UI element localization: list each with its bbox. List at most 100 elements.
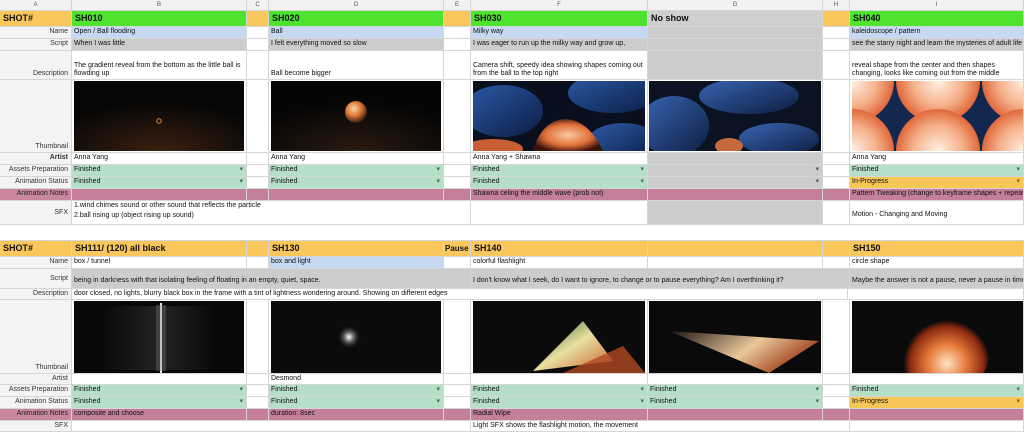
cell-empty[interactable] bbox=[247, 397, 269, 409]
thumbnail-cell-sh010[interactable] bbox=[72, 80, 247, 153]
cell-empty[interactable] bbox=[444, 51, 471, 80]
cell-empty[interactable] bbox=[823, 177, 850, 189]
column-header-i[interactable]: I bbox=[850, 0, 1024, 11]
cell-empty[interactable] bbox=[444, 300, 471, 374]
cell-empty[interactable] bbox=[471, 201, 648, 225]
shot-label[interactable]: SHOT# bbox=[0, 11, 72, 27]
cell-empty[interactable] bbox=[247, 39, 269, 51]
thumbnail-cell-sh030[interactable] bbox=[471, 80, 648, 153]
cell-empty[interactable] bbox=[823, 165, 850, 177]
notes-sh030[interactable]: Shawna celing the middle wave (prob not) bbox=[471, 189, 648, 201]
cell-empty[interactable] bbox=[823, 374, 850, 385]
script-sh140[interactable]: I don't know what I seek, do I want to i… bbox=[471, 269, 850, 289]
shot-label-2[interactable]: SHOT# bbox=[0, 241, 72, 257]
cell-empty[interactable] bbox=[444, 80, 471, 153]
status-dropdown-sh030[interactable]: Finished bbox=[471, 177, 648, 189]
cell-empty[interactable] bbox=[648, 153, 823, 165]
cell-empty[interactable] bbox=[444, 165, 471, 177]
status-dropdown-sh040[interactable]: In-Progress bbox=[850, 177, 1024, 189]
sfx-sh010[interactable]: 1.wind chimes sound or other sound that … bbox=[72, 201, 471, 225]
status-dropdown-sh150[interactable]: In-Progress bbox=[850, 397, 1024, 409]
shot-sh040[interactable]: SH040 bbox=[850, 11, 1024, 27]
cell-empty[interactable] bbox=[648, 39, 823, 51]
artist-sh130[interactable]: Desmond bbox=[269, 374, 444, 385]
status-dropdown-sh140[interactable]: Finished bbox=[471, 397, 648, 409]
cell-empty[interactable] bbox=[444, 27, 471, 39]
shot-sh010[interactable]: SH010 bbox=[72, 11, 247, 27]
description-sh030[interactable]: Camera shift, speedy idea showing shapes… bbox=[471, 51, 648, 80]
name-sh030[interactable]: Milky way bbox=[471, 27, 648, 39]
column-header-e[interactable]: E bbox=[444, 0, 471, 11]
name-sh150[interactable]: circle shape bbox=[850, 257, 1024, 269]
cell-empty[interactable] bbox=[444, 409, 471, 421]
shot-sh020[interactable]: SH020 bbox=[269, 11, 444, 27]
notes-sh020[interactable] bbox=[269, 189, 444, 201]
assets-dropdown-sh020[interactable]: Finished bbox=[269, 165, 444, 177]
assets-dropdown-sh111[interactable]: Finished bbox=[72, 385, 247, 397]
sfx-sh040[interactable]: Motion - Changing and Moving bbox=[850, 201, 1024, 225]
name-sh020[interactable]: Ball bbox=[269, 27, 444, 39]
script-sh111[interactable]: being in darkness with that isolating fe… bbox=[72, 269, 471, 289]
cell-empty[interactable] bbox=[823, 27, 850, 39]
notes-sh140b[interactable] bbox=[648, 409, 823, 421]
description-sh020[interactable]: Ball become bigger bbox=[269, 51, 444, 80]
cell-empty[interactable] bbox=[648, 257, 823, 269]
cell-empty[interactable] bbox=[444, 397, 471, 409]
description-sh111[interactable]: door closed, no lights, blurry black box… bbox=[72, 289, 848, 300]
cell-empty[interactable] bbox=[823, 189, 850, 201]
name-sh010[interactable]: Open / Ball flooding bbox=[72, 27, 247, 39]
shot-sh111[interactable]: SH111/ (120) all black bbox=[72, 241, 247, 257]
column-header-a[interactable]: A bbox=[0, 0, 72, 11]
assets-dropdown-sh130[interactable]: Finished bbox=[269, 385, 444, 397]
description-sh040[interactable]: reveal shape from the center and then sh… bbox=[850, 51, 1024, 80]
script-sh150[interactable]: Maybe the answer is not a pause, never a… bbox=[850, 269, 1024, 289]
column-header-c[interactable]: C bbox=[247, 0, 269, 11]
cell-empty[interactable] bbox=[247, 51, 269, 80]
cell-empty[interactable] bbox=[247, 165, 269, 177]
cell-empty[interactable] bbox=[823, 80, 850, 153]
notes-sh140[interactable]: Radial Wipe bbox=[471, 409, 648, 421]
cell-empty[interactable] bbox=[247, 153, 269, 165]
script-sh040[interactable]: see the starry night and learn the myste… bbox=[850, 39, 1024, 51]
artist-sh150[interactable] bbox=[850, 374, 1024, 385]
status-dropdown-sh140b[interactable]: Finished bbox=[648, 397, 823, 409]
name-sh130[interactable]: box and light bbox=[269, 257, 444, 269]
notes-sh010[interactable] bbox=[72, 189, 247, 201]
shot-spacer-e[interactable] bbox=[444, 11, 471, 27]
assets-dropdown-sh040[interactable]: Finished bbox=[850, 165, 1024, 177]
script-sh020[interactable]: I felt everything moved so slow bbox=[269, 39, 444, 51]
cell-empty[interactable] bbox=[823, 51, 850, 80]
shot-noshow[interactable]: No show bbox=[648, 11, 823, 27]
shot-spacer-g2[interactable] bbox=[648, 241, 823, 257]
status-dropdown-sh111[interactable]: Finished bbox=[72, 397, 247, 409]
column-header-d[interactable]: D bbox=[269, 0, 444, 11]
description-sh010[interactable]: The gradient reveal from the bottom as t… bbox=[72, 51, 247, 80]
column-header-b[interactable]: B bbox=[72, 0, 247, 11]
cell-empty[interactable] bbox=[247, 385, 269, 397]
column-header-g[interactable]: G bbox=[648, 0, 823, 11]
thumbnail-cell-noshow[interactable] bbox=[648, 80, 823, 153]
cell-empty[interactable] bbox=[247, 27, 269, 39]
cell-empty[interactable] bbox=[823, 201, 850, 225]
cell-empty[interactable] bbox=[444, 374, 471, 385]
assets-dropdown-noshow[interactable] bbox=[648, 165, 823, 177]
thumbnail-cell-sh140[interactable] bbox=[471, 300, 648, 374]
shot-spacer-c[interactable] bbox=[247, 11, 269, 27]
assets-dropdown-sh140b[interactable]: Finished bbox=[648, 385, 823, 397]
cell-empty[interactable] bbox=[247, 409, 269, 421]
thumbnail-cell-sh040[interactable] bbox=[850, 80, 1024, 153]
thumbnail-cell-sh130[interactable] bbox=[269, 300, 444, 374]
cell-empty[interactable] bbox=[648, 201, 823, 225]
cell-empty[interactable] bbox=[848, 289, 1024, 300]
sfx-sh140[interactable]: Light SFX shows the flashlight motion, t… bbox=[471, 421, 850, 432]
status-dropdown-sh020[interactable]: Finished bbox=[269, 177, 444, 189]
shot-spacer-h[interactable] bbox=[823, 11, 850, 27]
cell-empty[interactable] bbox=[444, 177, 471, 189]
cell-empty[interactable] bbox=[648, 27, 823, 39]
name-sh140[interactable]: colorful flashlight bbox=[471, 257, 648, 269]
notes-sh130[interactable]: duration: 8sec bbox=[269, 409, 444, 421]
status-dropdown-sh130[interactable]: Finished bbox=[269, 397, 444, 409]
cell-empty[interactable] bbox=[247, 177, 269, 189]
artist-sh111[interactable] bbox=[72, 374, 247, 385]
cell-empty[interactable] bbox=[247, 374, 269, 385]
